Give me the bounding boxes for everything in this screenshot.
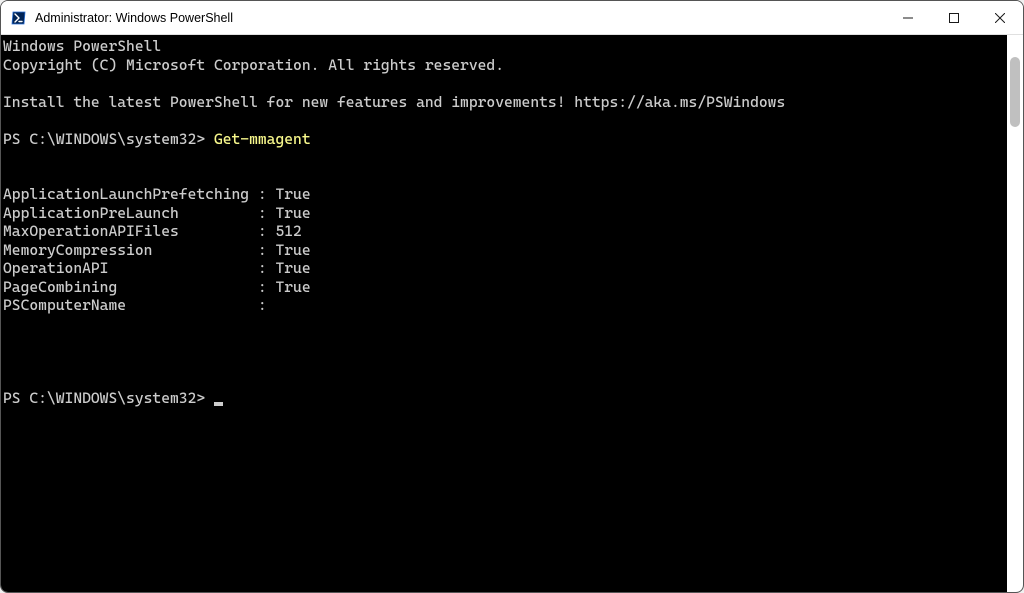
- output-row: MaxOperationAPIFiles : 512: [3, 222, 1023, 241]
- terminal-output[interactable]: Windows PowerShell Copyright (C) Microso…: [1, 35, 1023, 592]
- output-key: MaxOperationAPIFiles: [3, 222, 258, 241]
- output-key: PSComputerName: [3, 296, 258, 315]
- output-value: True: [275, 185, 310, 203]
- window-controls: [885, 1, 1023, 34]
- powershell-window: Administrator: Windows PowerShell Window…: [0, 0, 1024, 593]
- output-row: MemoryCompression : True: [3, 241, 1023, 260]
- output-value: True: [275, 259, 310, 277]
- output-value: True: [275, 278, 310, 296]
- output-key: OperationAPI: [3, 259, 258, 278]
- cursor-icon: [214, 402, 223, 406]
- command-text: Get-mmagent: [214, 130, 311, 148]
- maximize-button[interactable]: [931, 1, 977, 34]
- output-row: ApplicationLaunchPrefetching : True: [3, 185, 1023, 204]
- output-key: PageCombining: [3, 278, 258, 297]
- output-row: ApplicationPreLaunch : True: [3, 204, 1023, 223]
- minimize-button[interactable]: [885, 1, 931, 34]
- output-value: True: [275, 204, 310, 222]
- output-row: PSComputerName :: [3, 296, 1023, 315]
- banner-line: Windows PowerShell: [3, 37, 161, 55]
- output-row: PageCombining : True: [3, 278, 1023, 297]
- window-title: Administrator: Windows PowerShell: [35, 11, 233, 25]
- banner-line: Copyright (C) Microsoft Corporation. All…: [3, 56, 504, 74]
- output-value: 512: [275, 222, 301, 240]
- output-key: ApplicationPreLaunch: [3, 204, 258, 223]
- close-button[interactable]: [977, 1, 1023, 34]
- powershell-icon: [11, 10, 27, 26]
- output-key: ApplicationLaunchPrefetching: [3, 185, 258, 204]
- output-key: MemoryCompression: [3, 241, 258, 260]
- titlebar[interactable]: Administrator: Windows PowerShell: [1, 1, 1023, 35]
- prompt-path: PS C:\WINDOWS\system32>: [3, 130, 214, 148]
- output-value: True: [275, 241, 310, 259]
- scrollbar-track[interactable]: [1007, 35, 1023, 592]
- install-message: Install the latest PowerShell for new fe…: [3, 93, 785, 111]
- output-row: OperationAPI : True: [3, 259, 1023, 278]
- scrollbar-thumb[interactable]: [1010, 57, 1020, 127]
- prompt-path: PS C:\WINDOWS\system32>: [3, 389, 214, 407]
